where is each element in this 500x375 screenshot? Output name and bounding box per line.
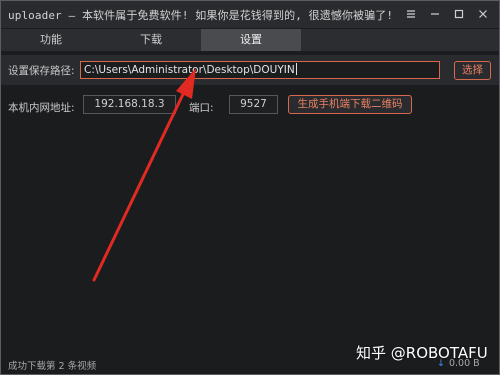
watermark: 知乎 @ROBOTAFU (356, 344, 488, 362)
annotation-arrow (92, 68, 196, 282)
